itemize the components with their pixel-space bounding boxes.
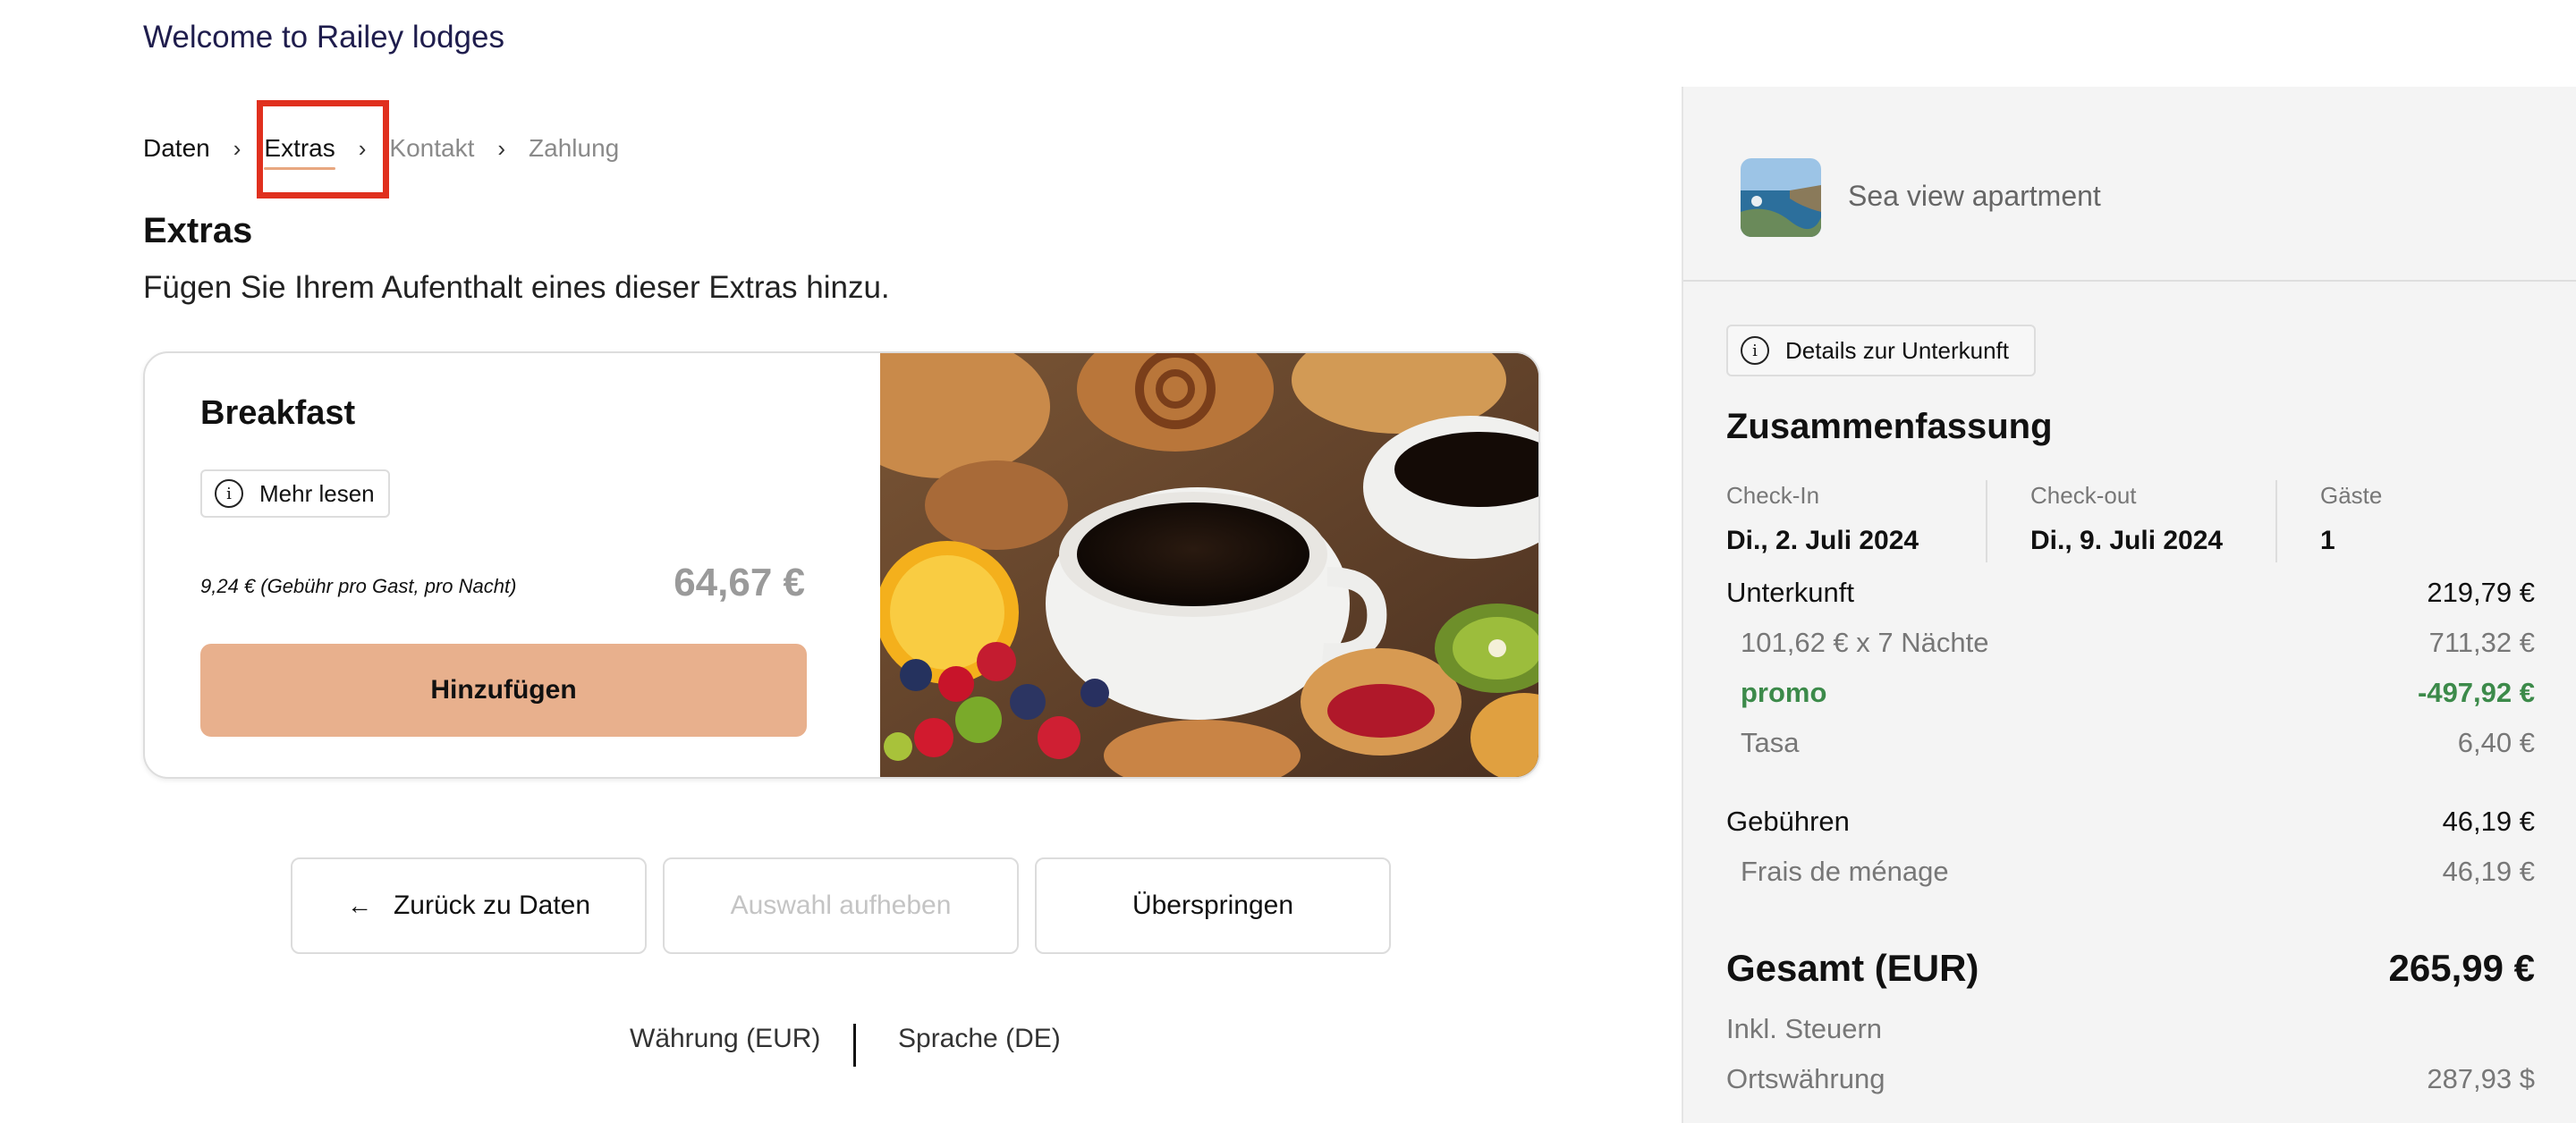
fees-label: Gebühren (1726, 806, 1850, 837)
footer-divider (853, 1024, 856, 1067)
back-button[interactable]: ← Zurück zu Daten (291, 857, 647, 954)
extra-price: 64,67 € (674, 561, 805, 604)
step-daten[interactable]: Daten (143, 134, 210, 163)
arrow-left-icon: ← (346, 891, 372, 919)
summary-sidebar: Sea view apartment i Details zur Unterku… (1682, 87, 2576, 1123)
back-label: Zurück zu Daten (393, 891, 591, 920)
guests-value: 1 (2320, 526, 2335, 555)
chevron-right-icon: › (497, 134, 506, 162)
fees-row: Gebühren 46,19 € (1726, 806, 2535, 838)
total-value: 265,99 € (2388, 947, 2536, 989)
clear-label: Auswahl aufheben (730, 891, 952, 920)
tasa-label: Tasa (1741, 727, 1800, 758)
summary-title: Zusammenfassung (1726, 407, 2053, 446)
promo-value: -497,92 € (2418, 677, 2535, 708)
cleaning-row: Frais de ménage 46,19 € (1741, 856, 2535, 888)
promo-row: promo -497,92 € (1741, 677, 2535, 709)
promo-label: promo (1741, 677, 1827, 708)
apartment-thumbnail (1741, 158, 1821, 237)
details-label: Details zur Unterkunft (1785, 336, 2009, 364)
nights-value: 711,32 € (2428, 627, 2535, 658)
page-subtitle: Fügen Sie Ihrem Aufenthalt eines dieser … (143, 270, 890, 305)
tasa-value: 6,40 € (2457, 727, 2535, 758)
accommodation-row: Unterkunft 219,79 € (1726, 577, 2535, 609)
language-link[interactable]: Sprache (DE) (898, 1024, 1061, 1054)
cleaning-value: 46,19 € (2442, 856, 2535, 887)
details-button[interactable]: i Details zur Unterkunft (1726, 325, 2036, 376)
read-more-button[interactable]: i Mehr lesen (200, 469, 390, 518)
extra-title: Breakfast (200, 394, 356, 432)
cleaning-label: Frais de ménage (1741, 856, 1949, 887)
tax-note: Inkl. Steuern (1726, 1013, 1883, 1044)
step-kontakt[interactable]: Kontakt (389, 134, 474, 163)
info-icon: i (1741, 336, 1769, 365)
apartment-header: Sea view apartment (1683, 87, 2576, 282)
read-more-label: Mehr lesen (259, 479, 375, 507)
clear-selection-button[interactable]: Auswahl aufheben (663, 857, 1019, 954)
step-zahlung[interactable]: Zahlung (529, 134, 619, 163)
divider (2275, 480, 2277, 562)
active-step-highlight (257, 100, 389, 198)
total-label: Gesamt (EUR) (1726, 947, 1979, 989)
checkout-label: Check-out (2030, 482, 2137, 509)
fees-value: 46,19 € (2442, 806, 2535, 837)
tasa-row: Tasa 6,40 € (1741, 727, 2535, 759)
guests-label: Gäste (2320, 482, 2383, 509)
chevron-right-icon: › (233, 134, 242, 162)
skip-label: Überspringen (1131, 891, 1294, 920)
checkout-block: Check-out Di., 9. Juli 2024 (2030, 482, 2223, 556)
apartment-name: Sea view apartment (1848, 180, 2101, 212)
total-row: Gesamt (EUR) 265,99 € (1726, 947, 2535, 990)
tax-note-row: Inkl. Steuern (1726, 1013, 2535, 1045)
extra-card-breakfast: Breakfast i Mehr lesen 9,24 € (Gebühr pr… (143, 351, 1540, 779)
checkout-value: Di., 9. Juli 2024 (2030, 526, 2224, 555)
welcome-title: Welcome to Railey lodges (143, 20, 504, 55)
price-note: 9,24 € (Gebühr pro Gast, pro Nacht) (200, 575, 517, 597)
guests-block: Gäste 1 (2320, 482, 2382, 556)
accommodation-value: 219,79 € (2427, 577, 2535, 608)
info-icon: i (215, 479, 243, 508)
local-currency-row: Ortswährung 287,93 $ (1726, 1063, 2535, 1095)
nights-label: 101,62 € x 7 Nächte (1741, 627, 1989, 658)
footer-links: Währung (EUR) Sprache (DE) (0, 1024, 1682, 1068)
accommodation-label: Unterkunft (1726, 577, 1855, 608)
currency-link[interactable]: Währung (EUR) (630, 1024, 820, 1054)
skip-button[interactable]: Überspringen (1035, 857, 1391, 954)
add-extra-button[interactable]: Hinzufügen (200, 644, 807, 737)
checkin-block: Check-In Di., 2. Juli 2024 (1726, 482, 1919, 556)
local-currency-label: Ortswährung (1726, 1063, 1885, 1094)
checkin-value: Di., 2. Juli 2024 (1726, 526, 1919, 555)
divider (1986, 480, 1987, 562)
nights-row: 101,62 € x 7 Nächte 711,32 € (1741, 627, 2535, 659)
local-currency-value: 287,93 $ (2427, 1063, 2535, 1094)
checkin-label: Check-In (1726, 482, 1820, 509)
breakfast-image (880, 353, 1538, 777)
page-title: Extras (143, 211, 253, 250)
